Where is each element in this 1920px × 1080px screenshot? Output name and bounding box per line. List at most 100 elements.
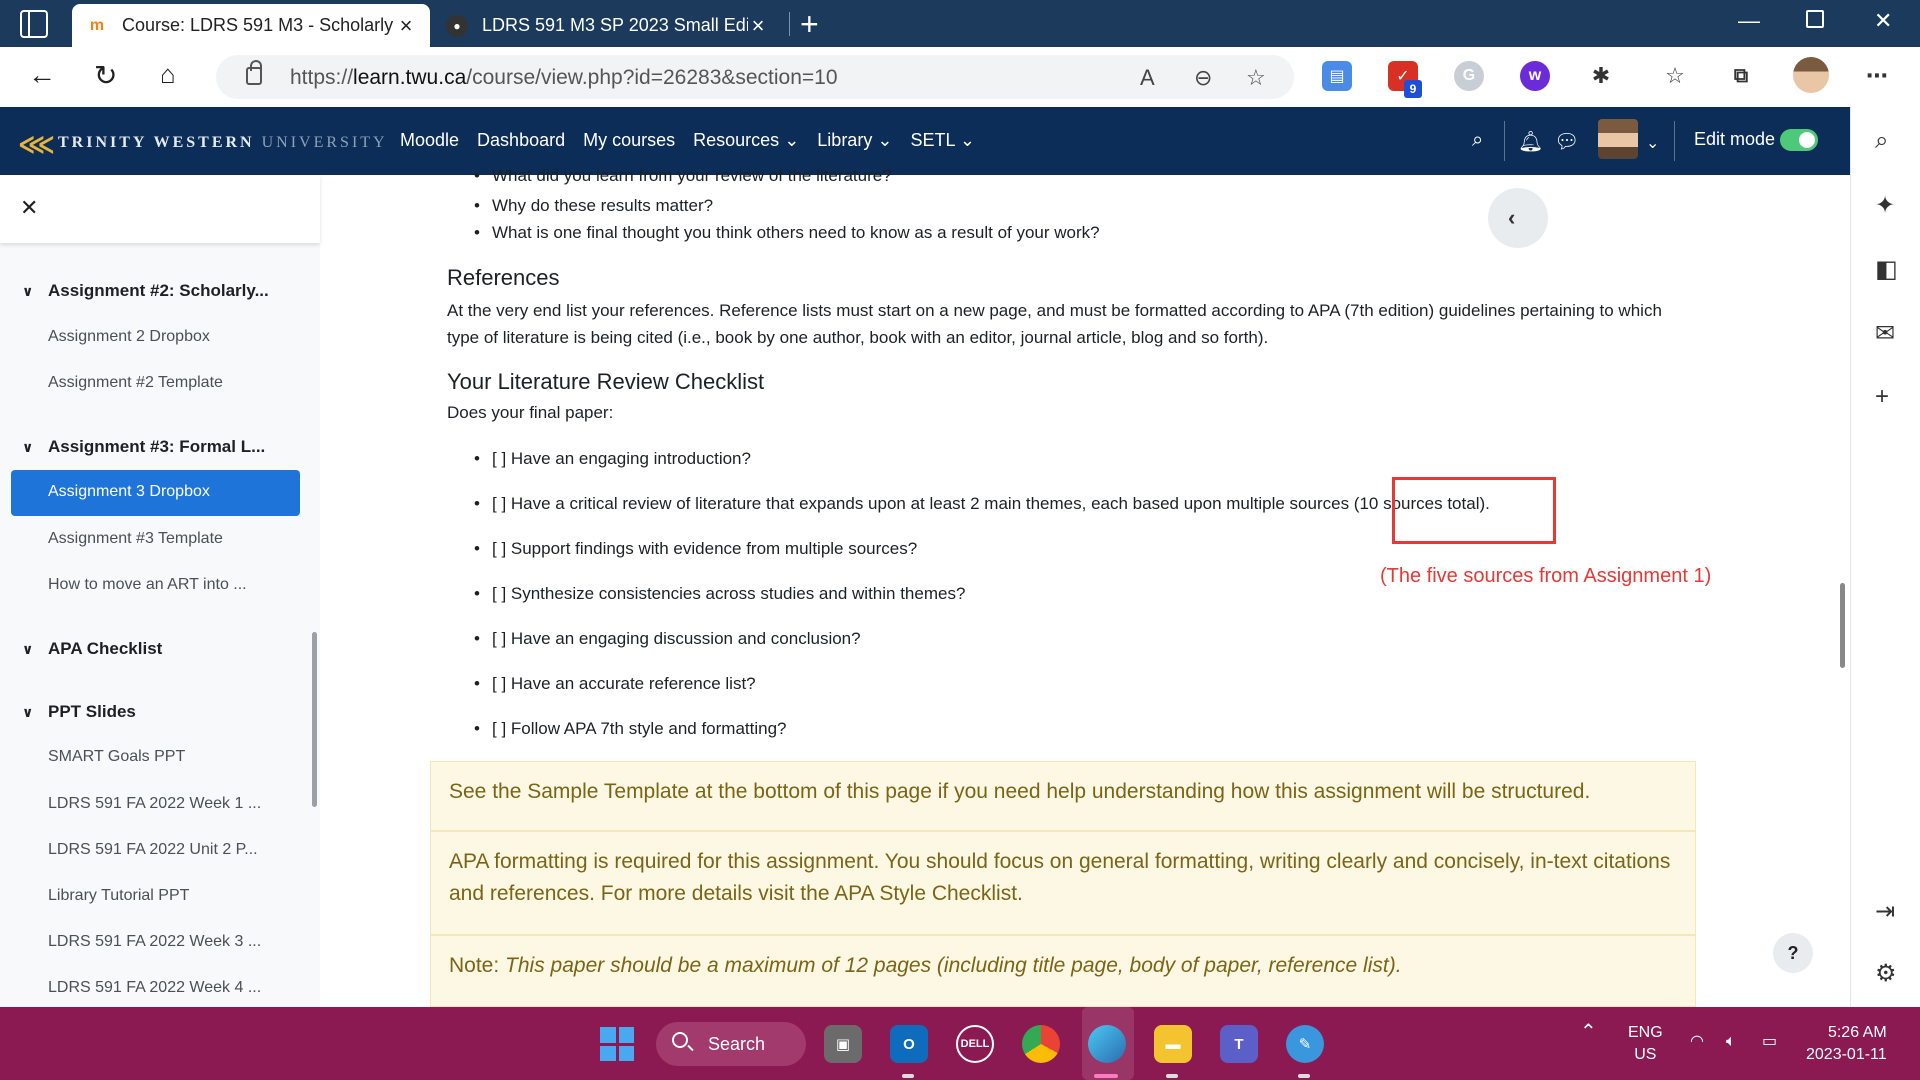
- zoom-out-icon[interactable]: ⊖: [1194, 65, 1212, 91]
- browser-sidebar: ⌕ ✦ ◧ ✉ + ⇥ ⚙: [1850, 107, 1920, 1007]
- messages-icon[interactable]: 💬︎: [1554, 129, 1579, 154]
- drawer-item-week-1[interactable]: LDRS 591 FA 2022 Week 1 ...: [48, 795, 261, 813]
- active-indicator: [1094, 1074, 1118, 1078]
- drawer-item-smart-goals[interactable]: SMART Goals PPT: [48, 748, 185, 766]
- drawer-item-assignment-3-dropbox[interactable]: Assignment 3 Dropbox: [11, 470, 300, 516]
- add-icon[interactable]: +: [1875, 383, 1889, 411]
- task-view-icon[interactable]: ▣: [824, 1025, 862, 1063]
- drawer-item-week-3[interactable]: LDRS 591 FA 2022 Week 3 ...: [48, 933, 261, 951]
- help-button[interactable]: ?: [1773, 933, 1813, 973]
- tab-actions-icon[interactable]: [20, 10, 48, 38]
- list-item: [ ] Support findings with evidence from …: [474, 539, 917, 559]
- search-icon[interactable]: ⌕: [1472, 129, 1483, 152]
- chevron-down-icon: ∨: [22, 283, 34, 299]
- tab-divider: [789, 12, 790, 36]
- minimize-icon[interactable]: —: [1738, 8, 1760, 34]
- language-indicator[interactable]: ENG US: [1628, 1022, 1663, 1066]
- search-icon[interactable]: ⌕: [1875, 127, 1888, 155]
- page-scrollbar[interactable]: [1840, 583, 1845, 668]
- volume-icon[interactable]: 🔈︎: [1726, 1031, 1736, 1053]
- section-ppt-slides[interactable]: ∨ PPT Slides: [22, 702, 136, 722]
- more-options-icon[interactable]: ⋯: [1862, 61, 1892, 91]
- drawer-scrollbar[interactable]: [312, 632, 317, 807]
- chevron-down-icon: ∨: [22, 641, 34, 657]
- close-drawer-icon[interactable]: ✕: [20, 195, 38, 221]
- read-aloud-icon[interactable]: A: [1140, 65, 1155, 91]
- url-input[interactable]: https://learn.twu.ca/course/view.php?id=…: [216, 55, 1294, 99]
- battery-icon[interactable]: ▭: [1762, 1031, 1777, 1053]
- document-extension-icon[interactable]: ▤: [1322, 61, 1352, 91]
- twu-logo-icon[interactable]: ⋘: [18, 129, 55, 160]
- tab-title: LDRS 591 M3 SP 2023 Small Edit: [482, 15, 748, 35]
- grammarly-icon[interactable]: G: [1454, 61, 1484, 91]
- primary-navigation: Moodle Dashboard My courses Resources ⌄ …: [400, 130, 975, 151]
- alert-page-limit: Note: This paper should be a maximum of …: [430, 935, 1696, 1007]
- wifi-icon[interactable]: ◠: [1690, 1031, 1704, 1053]
- paint-app-icon[interactable]: ✎: [1286, 1025, 1324, 1063]
- lock-icon[interactable]: [246, 60, 262, 85]
- chevron-down-icon: ⌄: [959, 130, 975, 150]
- edit-mode-label: Edit mode: [1694, 129, 1776, 149]
- chevron-down-icon: ∨: [22, 439, 34, 455]
- chrome-app-icon[interactable]: [1022, 1025, 1060, 1063]
- file-explorer-icon[interactable]: ▬: [1154, 1025, 1192, 1063]
- settings-gear-icon[interactable]: ⚙: [1875, 959, 1897, 988]
- list-item: [ ] Have an engaging discussion and conc…: [474, 629, 861, 649]
- split-screen-icon[interactable]: ⇥: [1875, 897, 1895, 926]
- section-assignment-2[interactable]: ∨ Assignment #2: Scholarly...: [22, 281, 269, 301]
- nav-dashboard[interactable]: Dashboard: [477, 130, 565, 151]
- close-window-icon[interactable]: ✕: [1874, 8, 1892, 34]
- alert-sample-template: See the Sample Template at the bottom of…: [430, 761, 1696, 831]
- drawer-item-library-tutorial[interactable]: Library Tutorial PPT: [48, 887, 189, 905]
- refresh-icon[interactable]: ↻: [94, 59, 117, 92]
- chevron-down-icon[interactable]: ⌄: [1646, 133, 1659, 153]
- clock[interactable]: 5:26 AM 2023-01-11: [1806, 1022, 1887, 1066]
- drawer-item-move-art[interactable]: How to move an ART into ...: [48, 576, 247, 594]
- copilot-sparkle-icon[interactable]: ✦: [1875, 191, 1895, 220]
- drawer-item-unit-2[interactable]: LDRS 591 FA 2022 Unit 2 P...: [48, 841, 258, 859]
- nav-moodle[interactable]: Moodle: [400, 130, 459, 151]
- browser-tab-course[interactable]: m Course: LDRS 591 M3 - Scholarly ×: [72, 4, 430, 47]
- nav-resources[interactable]: Resources ⌄: [693, 130, 799, 151]
- drawer-item-assignment-2-template[interactable]: Assignment #2 Template: [48, 374, 223, 392]
- new-tab-icon[interactable]: +: [800, 6, 819, 43]
- back-icon[interactable]: ←: [28, 59, 56, 91]
- outlook-icon[interactable]: ✉: [1875, 319, 1895, 348]
- drawer-item-assignment-2-dropbox[interactable]: Assignment 2 Dropbox: [48, 328, 210, 346]
- close-icon[interactable]: ×: [396, 13, 416, 39]
- drawer-header: ✕: [0, 175, 320, 243]
- taskbar-search[interactable]: Search: [656, 1022, 806, 1066]
- drawer-item-assignment-3-template[interactable]: Assignment #3 Template: [48, 530, 223, 548]
- close-icon[interactable]: ×: [748, 13, 768, 39]
- nav-my-courses[interactable]: My courses: [583, 130, 675, 151]
- outlook-app-icon[interactable]: O: [890, 1025, 928, 1063]
- collections-icon[interactable]: ⧉: [1726, 61, 1756, 91]
- restore-icon[interactable]: [1806, 10, 1824, 28]
- dell-app-icon[interactable]: DELL: [956, 1025, 994, 1063]
- favorite-add-icon[interactable]: ☆: [1246, 65, 1266, 91]
- drawer-item-week-4[interactable]: LDRS 591 FA 2022 Week 4 ...: [48, 979, 261, 997]
- browser-tab-github[interactable]: ● LDRS 591 M3 SP 2023 Small Edit ×: [432, 4, 782, 47]
- nav-setl[interactable]: SETL ⌄: [910, 130, 974, 151]
- user-avatar[interactable]: [1598, 119, 1638, 159]
- site-logo[interactable]: TRINITY WESTERN UNIVERSITY: [58, 134, 388, 152]
- profile-avatar[interactable]: [1793, 57, 1829, 93]
- extensions-icon[interactable]: ✱: [1586, 61, 1616, 91]
- favorites-icon[interactable]: ☆: [1660, 61, 1690, 91]
- collapse-sidebar-button[interactable]: ‹: [1488, 188, 1548, 248]
- section-assignment-3[interactable]: ∨ Assignment #3: Formal L...: [22, 437, 265, 457]
- notification-bell-icon[interactable]: 🔔︎: [1518, 129, 1543, 154]
- annotation-note: (The five sources from Assignment 1): [1380, 565, 1712, 587]
- nav-divider: [1504, 121, 1505, 161]
- nav-library[interactable]: Library ⌄: [817, 130, 892, 151]
- section-apa-checklist[interactable]: ∨ APA Checklist: [22, 639, 162, 659]
- list-item: What did you learn from your review of t…: [474, 166, 892, 186]
- writing-extension-icon[interactable]: w: [1520, 61, 1550, 91]
- teams-app-icon[interactable]: T: [1220, 1025, 1258, 1063]
- office-icon[interactable]: ◧: [1875, 255, 1898, 284]
- home-icon[interactable]: ⌂: [160, 59, 176, 90]
- edit-mode-toggle[interactable]: [1780, 129, 1818, 151]
- show-hidden-icons-icon[interactable]: ⌃: [1580, 1021, 1597, 1043]
- windows-start-icon[interactable]: [600, 1027, 634, 1061]
- running-indicator: [1166, 1074, 1178, 1078]
